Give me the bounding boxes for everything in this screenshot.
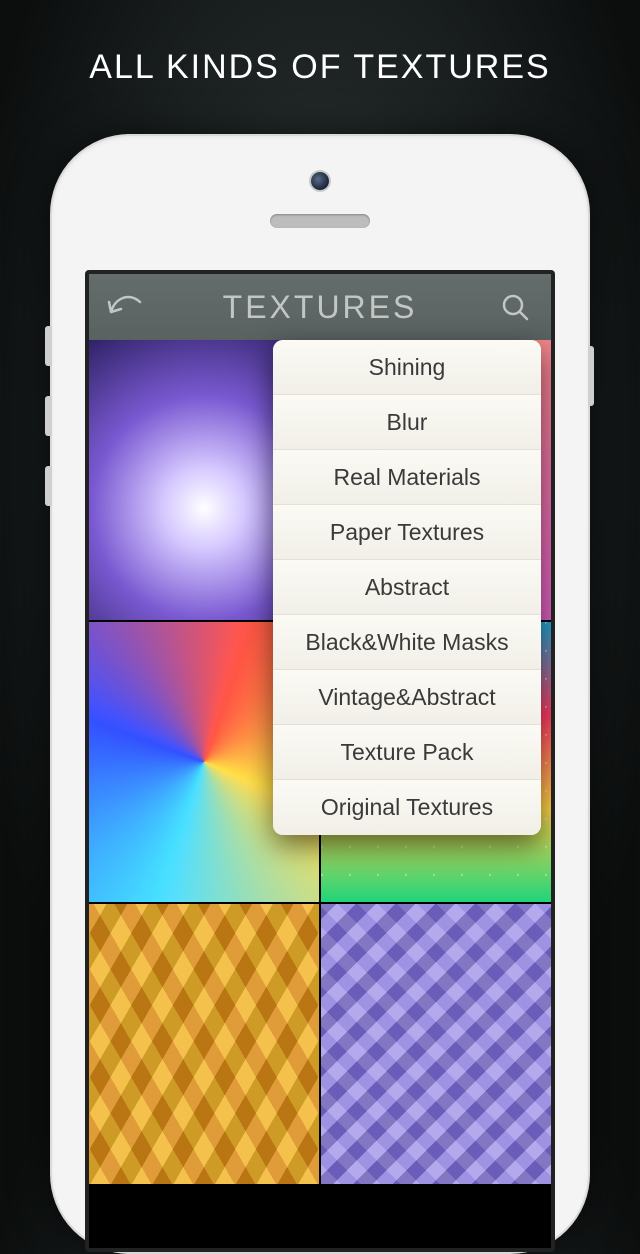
- category-item-texture-pack[interactable]: Texture Pack: [273, 725, 541, 780]
- category-item-shining[interactable]: Shining: [273, 340, 541, 395]
- category-item-abstract[interactable]: Abstract: [273, 560, 541, 615]
- category-item-paper-textures[interactable]: Paper Textures: [273, 505, 541, 560]
- phone-speaker: [270, 214, 370, 228]
- screen-title: TEXTURES: [89, 289, 551, 326]
- category-item-real-materials[interactable]: Real Materials: [273, 450, 541, 505]
- texture-thumbnail[interactable]: [89, 904, 319, 1184]
- search-icon[interactable]: [493, 285, 537, 329]
- phone-camera: [311, 172, 329, 190]
- app-header: TEXTURES: [89, 274, 551, 340]
- category-item-blur[interactable]: Blur: [273, 395, 541, 450]
- marketing-headline: ALL KINDS OF TEXTURES: [0, 48, 640, 87]
- category-item-vintage-abstract[interactable]: Vintage&Abstract: [273, 670, 541, 725]
- back-icon[interactable]: [103, 285, 147, 329]
- app-screen: TEXTURES Shining Blur Real Materials Pap…: [85, 270, 555, 1252]
- phone-mockup: TEXTURES Shining Blur Real Materials Pap…: [50, 134, 590, 1254]
- category-popover: Shining Blur Real Materials Paper Textur…: [273, 340, 541, 835]
- category-item-original[interactable]: Original Textures: [273, 780, 541, 835]
- texture-thumbnail[interactable]: [321, 904, 551, 1184]
- category-item-bw-masks[interactable]: Black&White Masks: [273, 615, 541, 670]
